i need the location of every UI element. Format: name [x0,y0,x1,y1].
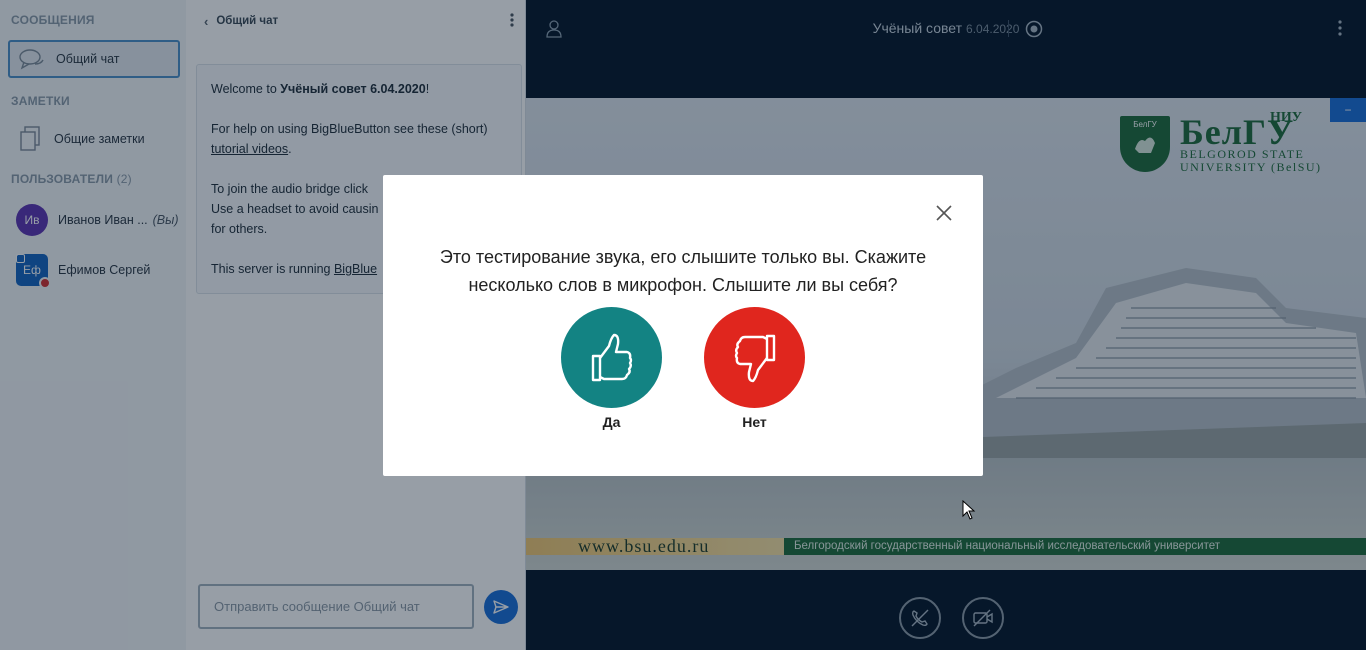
echo-no-option[interactable]: Нет [704,307,805,430]
mouse-cursor-icon [962,500,976,520]
thumbs-down-icon [734,334,775,382]
echo-test-question: Это тестирование звука, его слышите толь… [439,247,927,295]
close-modal-button[interactable] [934,203,954,223]
thumbs-up-icon [591,333,632,381]
echo-yes-option[interactable]: Да [561,307,662,430]
echo-yes-button[interactable] [561,307,662,408]
close-icon [936,205,952,221]
echo-test-modal: Это тестирование звука, его слышите толь… [383,175,983,476]
echo-yes-label: Да [602,414,621,430]
echo-no-label: Нет [742,414,767,430]
echo-no-button[interactable] [704,307,805,408]
